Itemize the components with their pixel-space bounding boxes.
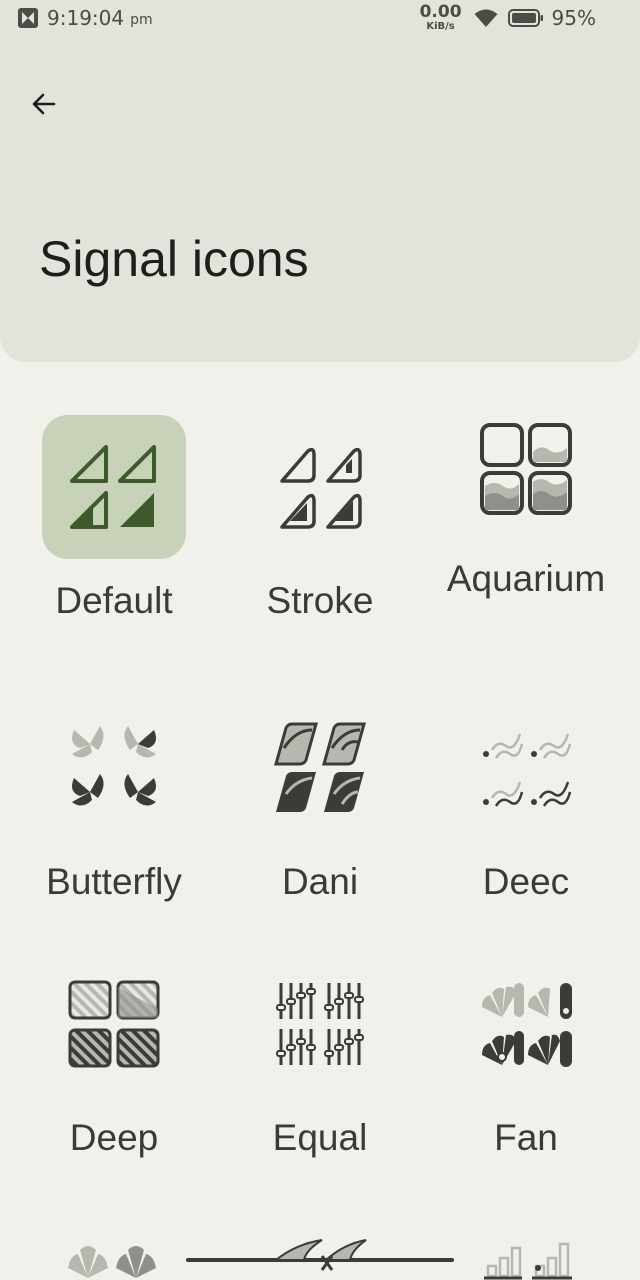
deec-signal-icon <box>454 696 598 840</box>
tile-label: Default <box>55 580 173 621</box>
header: 9:19:04 pm 0.00 KiB/s 95% Signal icons <box>0 0 640 362</box>
battery-icon <box>507 9 543 27</box>
notification-icon <box>18 8 38 28</box>
tile-label: Equal <box>272 1117 368 1158</box>
tile-label: Fan <box>494 1117 558 1158</box>
tile-label: Deep <box>69 1117 159 1158</box>
wifi-icon <box>474 9 498 27</box>
back-button[interactable] <box>24 84 64 124</box>
fin-signal-icon <box>186 1239 454 1271</box>
clock-ampm: pm <box>130 12 153 28</box>
butterfly-signal-icon <box>42 696 186 840</box>
tile-label: Stroke <box>266 580 374 621</box>
aquarium-signal-icon <box>454 397 598 541</box>
icon-pack-row-4-partial[interactable] <box>0 1226 640 1280</box>
fan-signal-icon <box>454 952 598 1096</box>
dani-signal-icon <box>248 696 392 840</box>
page-title: Signal icons <box>39 231 309 287</box>
tile-label: Deec <box>482 861 570 902</box>
tile-label: Dani <box>281 861 359 902</box>
arrow-left-icon <box>32 93 56 115</box>
equal-signal-icon <box>248 952 392 1096</box>
deep-signal-icon <box>42 952 186 1096</box>
stroke-signal-icon <box>248 415 392 559</box>
clock-time: 9:19:04 <box>47 6 125 30</box>
status-bar: 9:19:04 pm 0.00 KiB/s 95% <box>0 0 640 40</box>
bars-signal-icon <box>484 1242 572 1280</box>
network-speed: 0.00 KiB/s <box>419 2 462 32</box>
tile-label: Butterfly <box>46 861 182 902</box>
battery-percent: 95% <box>551 6 596 30</box>
shell-signal-icon <box>68 1246 156 1278</box>
default-signal-icon <box>42 415 186 559</box>
tile-label: Aquarium <box>446 558 606 599</box>
